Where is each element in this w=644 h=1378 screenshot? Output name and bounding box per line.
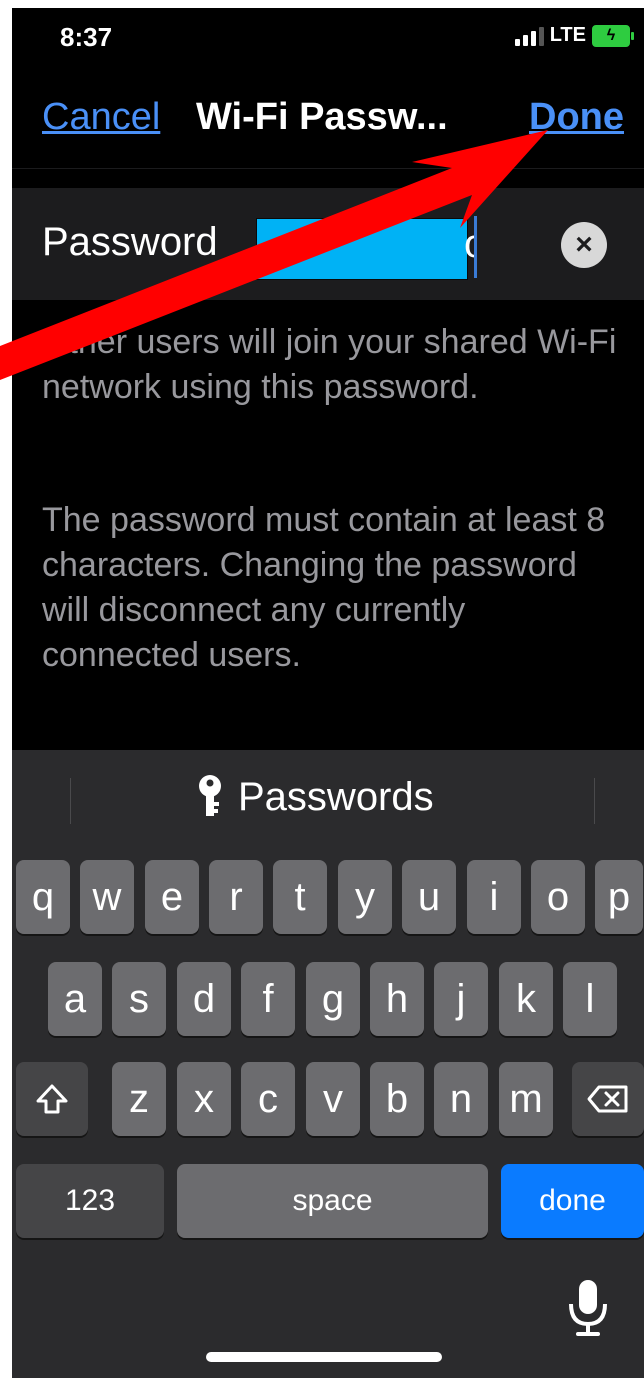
key-j[interactable]: j — [434, 962, 488, 1036]
key-i[interactable]: i — [467, 860, 521, 934]
home-indicator — [206, 1352, 442, 1362]
status-time: 8:37 — [60, 22, 113, 52]
key-y[interactable]: y — [338, 860, 392, 934]
backspace-icon — [587, 1085, 628, 1113]
network-type: LTE — [549, 24, 586, 46]
key-z[interactable]: z — [112, 1062, 166, 1136]
password-label: Password — [42, 220, 218, 264]
passwords-label: Passwords — [238, 774, 434, 819]
passwords-suggestion[interactable]: Passwords — [196, 774, 434, 820]
key-s[interactable]: s — [112, 962, 166, 1036]
description-password-rules: The password must contain at least 8 cha… — [42, 501, 606, 674]
keyboard: Passwords q w e r t y u i o p a s d f g … — [12, 750, 644, 1378]
status-indicators: LTE ϟ — [514, 24, 634, 47]
keyboard-suggestion-bar: Passwords — [12, 750, 644, 850]
key-n[interactable]: n — [434, 1062, 488, 1136]
shift-icon — [36, 1084, 68, 1114]
key-icon — [199, 775, 221, 816]
password-input-redacted[interactable] — [256, 218, 468, 280]
key-d[interactable]: d — [177, 962, 231, 1036]
navigation-bar: Cancel Wi-Fi Passw... Done — [12, 86, 644, 169]
microphone-icon — [569, 1280, 607, 1336]
key-t[interactable]: t — [273, 860, 327, 934]
key-b[interactable]: b — [370, 1062, 424, 1136]
signal-icon — [514, 26, 544, 46]
delete-key[interactable] — [572, 1062, 644, 1136]
description-shared-network: Other users will join your shared Wi-Fi … — [42, 323, 617, 406]
key-o[interactable]: o — [531, 860, 585, 934]
clear-text-button[interactable]: × — [561, 222, 607, 268]
space-key[interactable]: space — [177, 1164, 488, 1238]
key-q[interactable]: q — [16, 860, 70, 934]
suggestion-divider — [70, 778, 71, 824]
key-u[interactable]: u — [402, 860, 456, 934]
key-g[interactable]: g — [306, 962, 360, 1036]
done-button[interactable]: Done — [529, 96, 624, 139]
text-cursor — [474, 216, 477, 278]
key-l[interactable]: l — [563, 962, 617, 1036]
close-icon: × — [575, 228, 593, 261]
key-c[interactable]: c — [241, 1062, 295, 1136]
battery-charging-icon: ϟ — [592, 24, 634, 47]
page-title: Wi-Fi Passw... — [196, 96, 448, 138]
suggestion-divider — [594, 778, 595, 824]
key-h[interactable]: h — [370, 962, 424, 1036]
key-e[interactable]: e — [145, 860, 199, 934]
key-m[interactable]: m — [499, 1062, 553, 1136]
cancel-button[interactable]: Cancel — [42, 96, 160, 139]
key-k[interactable]: k — [499, 962, 553, 1036]
key-r[interactable]: r — [209, 860, 263, 934]
phone-screen: 8:37 LTE ϟ Cancel Wi-Fi Passw... Done Pa… — [12, 8, 644, 1378]
keyboard-done-key[interactable]: done — [501, 1164, 644, 1238]
key-v[interactable]: v — [306, 1062, 360, 1136]
password-field-row[interactable]: Password o × — [12, 188, 644, 300]
key-p[interactable]: p — [595, 860, 643, 934]
key-x[interactable]: x — [177, 1062, 231, 1136]
key-f[interactable]: f — [241, 962, 295, 1036]
shift-key[interactable] — [16, 1062, 88, 1136]
key-a[interactable]: a — [48, 962, 102, 1036]
numbers-key[interactable]: 123 — [16, 1164, 164, 1238]
dictation-button[interactable] — [566, 1278, 610, 1343]
key-w[interactable]: w — [80, 860, 134, 934]
